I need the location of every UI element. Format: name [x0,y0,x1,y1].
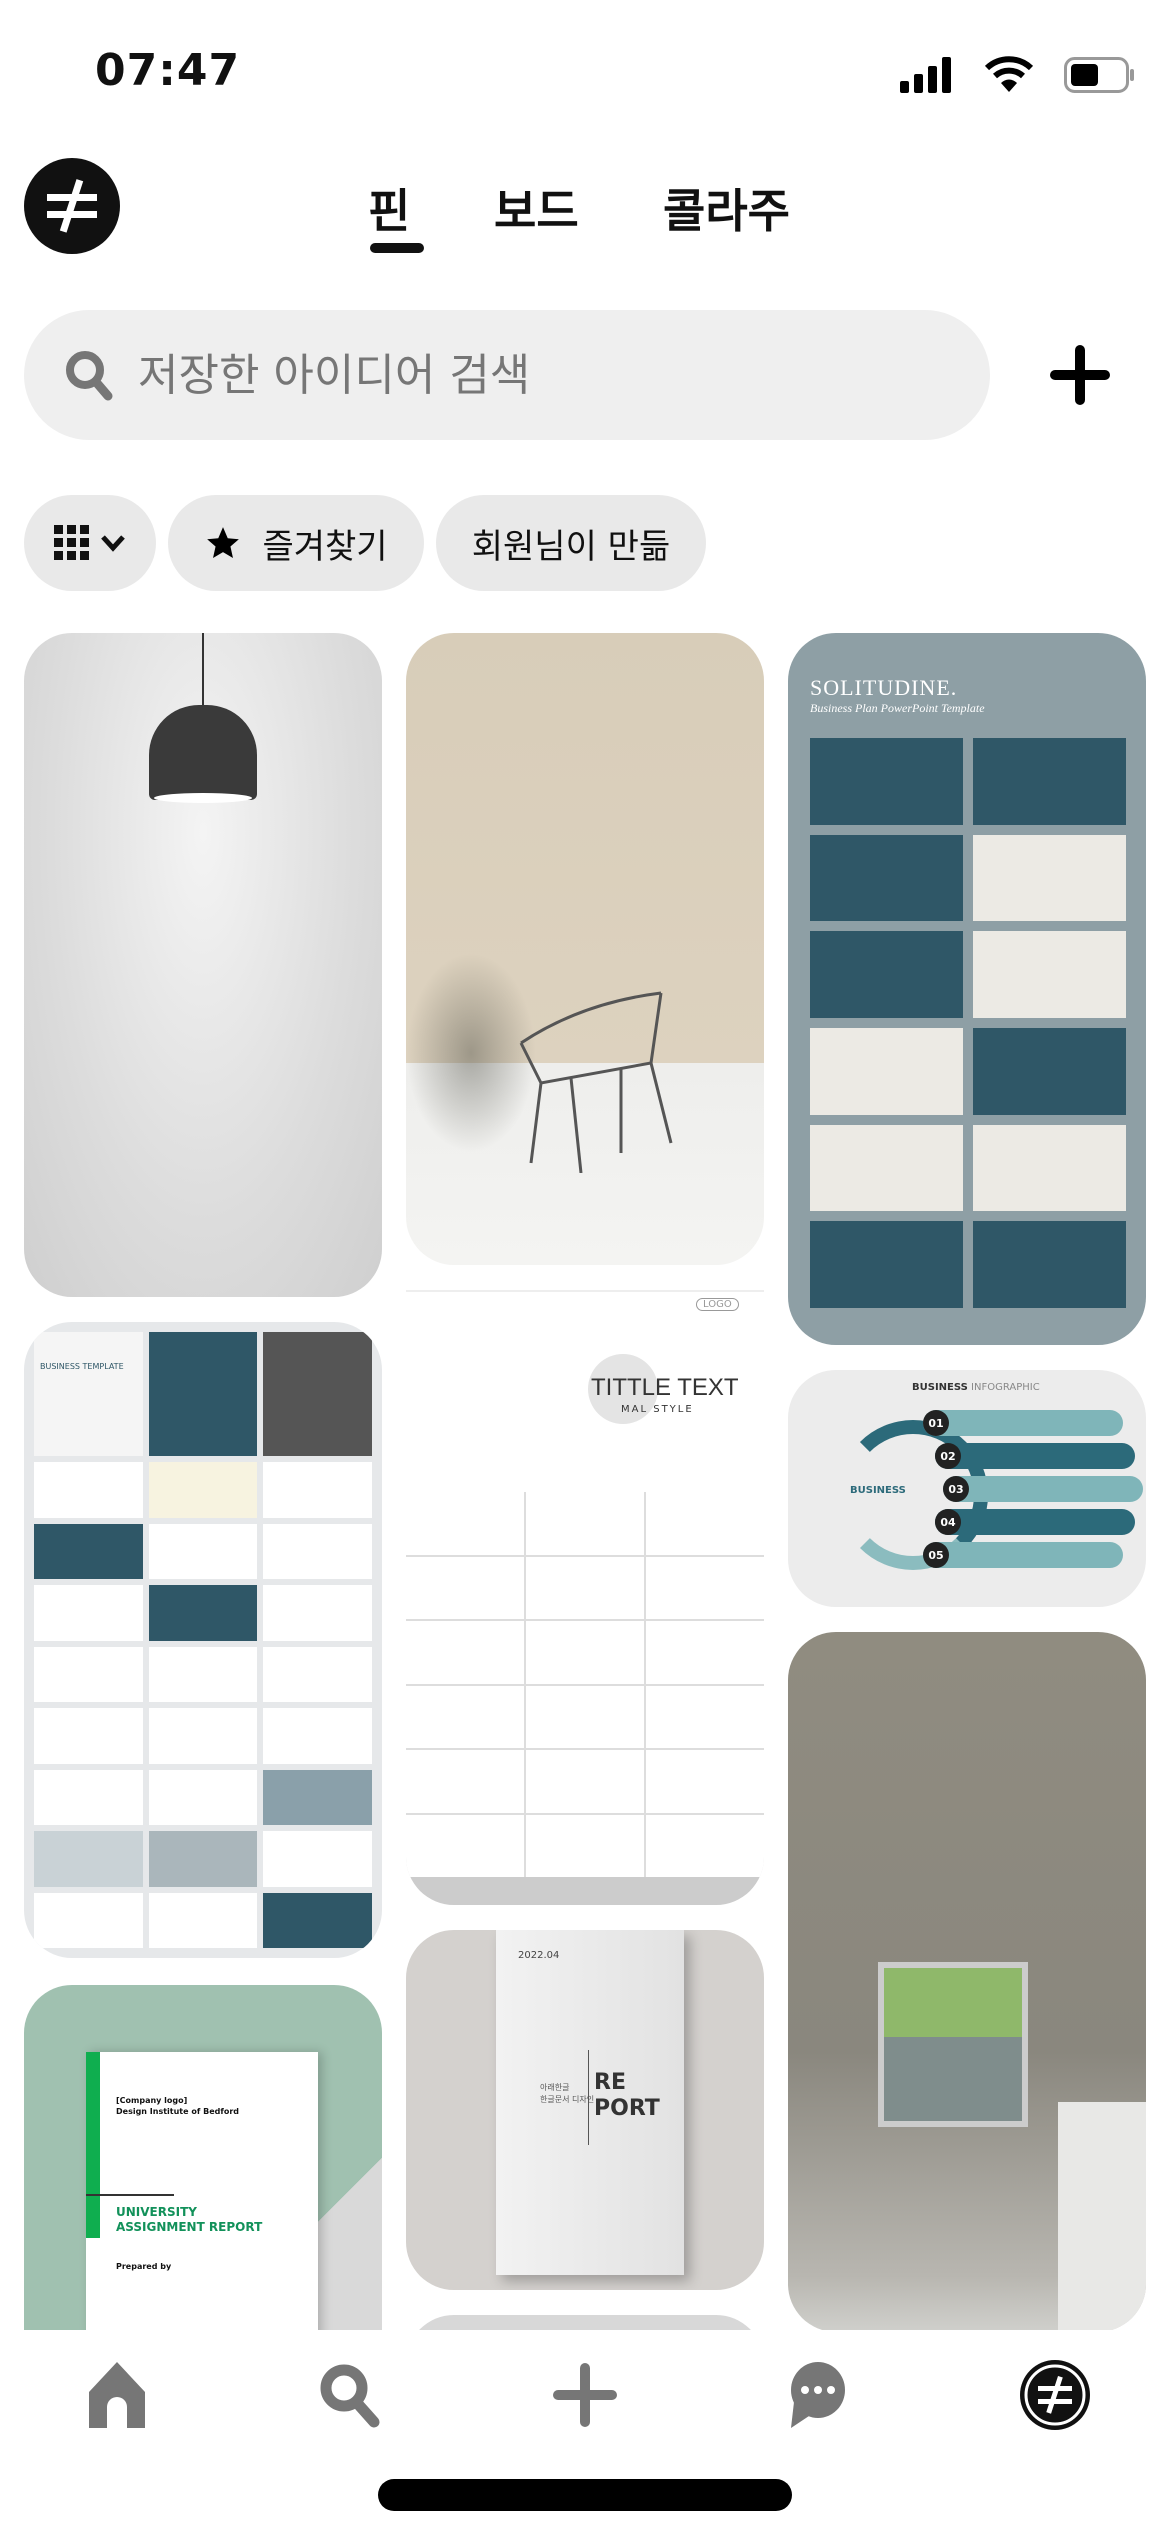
home-icon [89,2362,145,2428]
tittle-heading: TITTLE TEXT [591,1374,739,1401]
pin-chair[interactable] [406,633,764,1265]
tab-pins[interactable]: 핀 [368,175,410,241]
active-tab-indicator [370,243,424,253]
cellular-signal-icon [900,57,951,93]
infographic-step: 03 [943,1476,1143,1502]
nav-create[interactable] [540,2350,630,2440]
infographic-step: 02 [935,1443,1135,1469]
slide-title: BUSINESS TEMPLATE [34,1332,143,1457]
layout-toggle-button[interactable] [24,495,156,591]
logo-badge: LOGO [696,1298,739,1311]
report-title-2: ASSIGNMENT REPORT [116,2220,263,2234]
status-icons [900,55,1134,93]
infographic-title-bold: BUSINESS [912,1382,968,1393]
pin-university-report[interactable]: [Company logo] Design Institute of Bedfo… [24,1985,382,2385]
chevron-down-icon [101,535,125,552]
solitudine-title: SOLITUDINE. [810,675,958,700]
lamp-cord [202,633,204,708]
search-icon [66,351,113,401]
nav-home[interactable] [72,2350,162,2440]
battery-icon [1064,57,1134,93]
org-text: Design Institute of Bedford [116,2107,239,2116]
not-equal-logo-icon [47,179,97,233]
solitudine-subtitle: Business Plan PowerPoint Template [810,701,985,715]
home-indicator [378,2479,792,2511]
created-by-you-chip[interactable]: 회원님이 만듦 [436,495,706,591]
profile-avatar-button[interactable] [24,158,120,254]
pin-kitchen[interactable] [788,1632,1146,2332]
status-time: 07:47 [95,45,241,96]
star-icon [207,527,240,559]
step-number: 01 [923,1410,949,1436]
nav-profile[interactable] [1010,2350,1100,2440]
report-ko-1: 아래한글 [540,2083,570,2092]
infographic-step: 04 [935,1509,1135,1535]
profile-avatar-icon [1020,2360,1090,2430]
step-number: 03 [943,1476,969,1502]
wifi-icon [984,56,1034,92]
step-number: 02 [935,1443,961,1469]
search-input[interactable] [138,349,938,401]
infographic-center: BUSINESS [850,1485,906,1496]
plus-icon [1050,345,1110,405]
pin-report-book[interactable]: 2022.04 아래한글 한글문서 디자인 RE PORT [406,1930,764,2290]
pin-business-infographic[interactable]: BUSINESS INFOGRAPHIC BUSINESS 01 02 03 04 05 [788,1370,1146,1607]
favorites-label: 즐겨찾기 [262,526,388,567]
report-ko-2: 한글문서 디자인 [540,2095,595,2104]
created-by-you-label: 회원님이 만듦 [471,526,671,567]
plus-icon [553,2363,617,2427]
cabinet [1058,2102,1146,2332]
lamp-shade [149,705,257,800]
report-title-1: UNIVERSITY [116,2205,197,2219]
report-date: 2022.04 [518,1950,560,1961]
pin-pendant-lamp[interactable] [24,633,382,1297]
pin-ppt-template-grid[interactable]: BUSINESS TEMPLATE [24,1322,382,1958]
grid-icon [54,525,89,560]
nav-search[interactable] [305,2350,395,2440]
chair-drawing [519,991,673,1173]
favorites-chip[interactable]: 즐겨찾기 [168,495,424,591]
step-number: 05 [923,1542,949,1568]
nav-messages[interactable] [773,2350,863,2440]
green-bar [86,2052,100,2238]
infographic-step: 05 [923,1542,1123,1568]
report-port: PORT [594,2096,660,2121]
pin-solitudine-template[interactable]: SOLITUDINE. Business Plan PowerPoint Tem… [788,633,1146,1345]
report-re: RE [594,2070,626,2095]
search-icon [320,2364,380,2428]
chat-icon [791,2362,845,2428]
step-number: 04 [935,1509,961,1535]
tittle-subtitle: MAL STYLE [621,1404,694,1415]
tab-boards[interactable]: 보드 [494,175,579,241]
pin-tittle-text-template[interactable]: LOGO TITTLE TEXT MAL STYLE [406,1290,764,1905]
lamp-light [154,793,252,803]
add-button[interactable] [1040,335,1120,415]
infographic-title-light: INFOGRAPHIC [971,1382,1040,1393]
prepared-by: Prepared by [116,2262,172,2271]
window [878,1962,1028,2127]
company-logo-text: [Company logo] [116,2096,188,2105]
infographic-step: 01 [923,1410,1123,1436]
tab-collages[interactable]: 콜라주 [663,175,790,241]
search-bar[interactable] [24,310,990,440]
